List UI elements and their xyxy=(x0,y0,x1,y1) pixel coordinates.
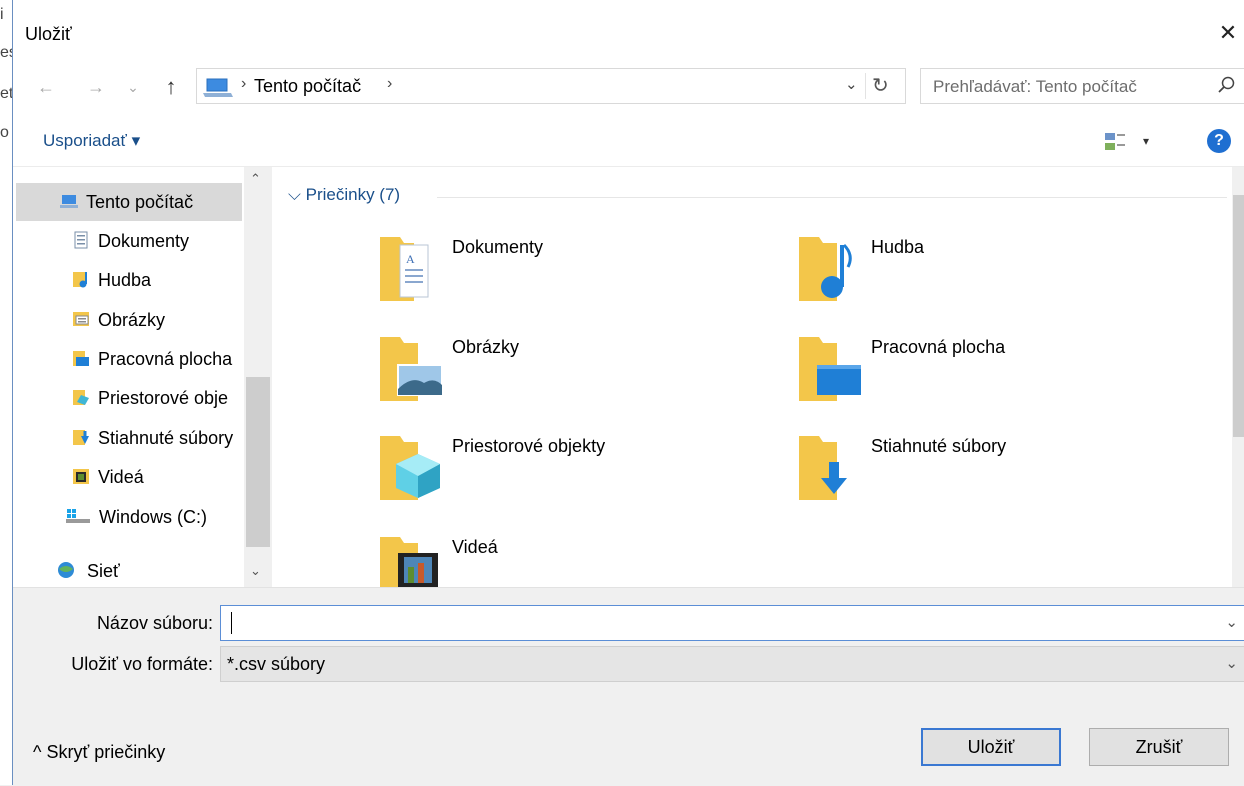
sidebar-item-label: Obrázky xyxy=(98,310,166,330)
sidebar-item-label: Dokumenty xyxy=(98,231,190,251)
group-divider xyxy=(437,197,1227,198)
3d-objects-folder-icon xyxy=(380,436,440,500)
downloads-icon xyxy=(73,430,89,446)
cancel-button[interactable]: Zrušiť xyxy=(1089,728,1229,766)
desktop-folder-icon xyxy=(799,337,861,401)
svg-text:A: A xyxy=(406,252,415,266)
folder-tile-pictures[interactable]: Obrázky xyxy=(378,333,758,413)
view-dropdown-button[interactable]: ▾ xyxy=(1143,134,1149,148)
forward-button[interactable]: → xyxy=(81,70,111,104)
network-icon xyxy=(58,562,74,579)
videos-folder-icon xyxy=(380,537,438,587)
search-icon[interactable] xyxy=(1217,75,1237,95)
sidebar-item-this-pc[interactable]: Tento počítač xyxy=(16,183,242,221)
filename-dropdown-icon[interactable]: ⌄ xyxy=(1225,613,1238,631)
computer-icon xyxy=(60,195,78,209)
folder-label: Stiahnuté súbory xyxy=(871,436,1007,456)
group-header-folders[interactable]: ⌵ Priečinky (7) xyxy=(288,185,400,205)
up-button[interactable]: ↑ xyxy=(159,70,183,104)
search-placeholder: Prehľadávať: Tento počítač xyxy=(933,77,1137,96)
sidebar-item-network[interactable]: Sieť xyxy=(53,552,244,590)
music-icon xyxy=(73,272,87,288)
folder-tile-downloads[interactable]: Stiahnuté súbory xyxy=(797,432,1177,512)
sidebar-item-label: Priestorové obje xyxy=(98,388,229,408)
sidebar-item-documents[interactable]: Dokumenty xyxy=(72,222,244,260)
filename-input[interactable]: ⌄ xyxy=(220,605,1244,641)
format-label: Uložiť vo formáte: xyxy=(71,654,213,674)
pictures-folder-icon xyxy=(380,337,443,401)
folder-view: ⌵ Priečinky (7) A Dokumenty Hudba Obrázk… xyxy=(272,167,1232,587)
sidebar-item-drive-c[interactable]: Windows (C:) xyxy=(65,498,244,536)
sidebar-item-label: Hudba xyxy=(98,270,152,290)
sidebar-item-label: Sieť xyxy=(87,561,120,581)
sidebar-item-3d-objects[interactable]: Priestorové obje xyxy=(72,379,244,417)
music-folder-icon xyxy=(799,237,852,301)
save-form: Názov súboru: ⌄ Uložiť vo formáte: *.csv… xyxy=(13,587,1244,786)
folder-label: Priestorové objekty xyxy=(452,436,606,456)
navigation-pane: Tento počítač Dokumenty Hudba Obrázky Pr… xyxy=(13,167,272,587)
close-button[interactable]: ✕ xyxy=(1213,18,1243,48)
computer-icon xyxy=(203,78,233,97)
folder-tile-desktop[interactable]: Pracovná plocha xyxy=(797,333,1177,413)
sidebar-item-desktop[interactable]: Pracovná plocha xyxy=(72,340,244,378)
save-button[interactable]: Uložiť xyxy=(921,728,1061,766)
refresh-button[interactable]: ↻ xyxy=(865,73,889,99)
format-select[interactable]: *.csv súbory ⌄ xyxy=(220,646,1244,682)
pictures-icon xyxy=(73,312,89,327)
documents-folder-icon: A xyxy=(380,237,429,301)
breadcrumb-separator: › xyxy=(241,75,247,92)
sidebar-item-label: Tento počítač xyxy=(86,192,194,212)
background-text: o xyxy=(0,124,9,141)
folder-label: Obrázky xyxy=(452,337,520,357)
folder-tile-documents[interactable]: A Dokumenty xyxy=(378,233,758,313)
desktop-icon xyxy=(73,351,89,367)
breadcrumb-this-pc[interactable]: Tento počítač xyxy=(254,76,361,97)
format-value: *.csv súbory xyxy=(227,654,326,674)
hide-folders-button[interactable]: ^ Skryť priečinky xyxy=(33,742,165,763)
sidebar-item-music[interactable]: Hudba xyxy=(72,261,244,299)
breadcrumb-separator[interactable]: › xyxy=(387,75,392,93)
sidebar-scroll-thumb[interactable] xyxy=(246,377,270,547)
folder-label: Dokumenty xyxy=(452,237,544,257)
sidebar-item-label: Stiahnuté súbory xyxy=(98,428,234,448)
folder-label: Videá xyxy=(452,537,498,557)
view-options-icon[interactable] xyxy=(1103,131,1129,153)
title-bar: Uložiť ✕ xyxy=(13,0,1244,60)
organize-button[interactable]: Usporiadať ▾ xyxy=(43,131,140,151)
command-bar: Usporiadať ▾ ▾ ? xyxy=(13,118,1244,167)
videos-icon xyxy=(73,469,89,485)
sidebar-item-pictures[interactable]: Obrázky xyxy=(72,301,244,339)
folder-tile-3d-objects[interactable]: Priestorové objekty xyxy=(378,432,758,512)
folder-tile-music[interactable]: Hudba xyxy=(797,233,1177,313)
content-scrollbar[interactable] xyxy=(1232,167,1244,587)
text-caret xyxy=(231,612,232,634)
address-bar[interactable]: › Tento počítač › ⌄ ↻ xyxy=(196,68,906,104)
address-dropdown-button[interactable]: ⌄ xyxy=(845,75,858,93)
sidebar-item-videos[interactable]: Videá xyxy=(72,458,244,496)
folder-label: Hudba xyxy=(871,237,925,257)
folder-label: Pracovná plocha xyxy=(871,337,1006,357)
content-scroll-thumb[interactable] xyxy=(1233,195,1244,437)
dialog-title: Uložiť xyxy=(25,24,72,44)
back-button[interactable]: ← xyxy=(31,70,61,104)
background-text: i xyxy=(0,6,4,23)
documents-icon xyxy=(74,231,88,249)
recent-locations-button[interactable]: ⌄ xyxy=(121,70,145,104)
scroll-up-icon[interactable]: ⌃ xyxy=(250,171,261,187)
format-dropdown-icon[interactable]: ⌄ xyxy=(1225,654,1238,672)
downloads-folder-icon xyxy=(799,436,847,500)
sidebar-item-label: Videá xyxy=(98,467,144,487)
scroll-down-icon[interactable]: ⌄ xyxy=(250,563,261,579)
search-box[interactable]: Prehľadávať: Tento počítač xyxy=(920,68,1244,104)
sidebar-item-label: Windows (C:) xyxy=(99,507,208,527)
save-dialog: Uložiť ✕ ← → ⌄ ↑ › Tento počítač › ⌄ ↻ P… xyxy=(12,0,1244,786)
sidebar-item-label: Pracovná plocha xyxy=(98,349,233,369)
help-button[interactable]: ? xyxy=(1207,129,1231,153)
sidebar-item-downloads[interactable]: Stiahnuté súbory xyxy=(72,419,244,457)
drive-icon xyxy=(66,509,90,524)
filename-label: Názov súboru: xyxy=(96,613,213,633)
sidebar-scrollbar[interactable]: ⌃ ⌄ xyxy=(244,167,272,587)
3d-objects-icon xyxy=(73,390,89,406)
